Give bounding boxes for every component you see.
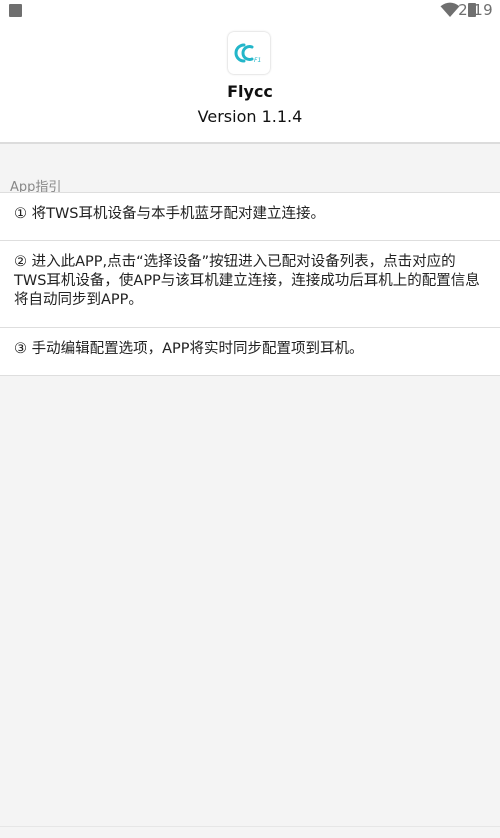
guide-step-3: ③ 手动编辑配置选项，APP将实时同步配置项到耳机。 [0, 328, 500, 376]
guide-step-1: ① 将TWS耳机设备与本手机蓝牙配对建立连接。 [0, 193, 500, 241]
bottom-divider [0, 826, 500, 827]
app-screen: 2:19 F1 Flycc Version 1.1.4 App指引 ① 将TWS… [0, 0, 500, 838]
app-version: Version 1.1.4 [197, 107, 303, 126]
status-time: 2:19 [458, 1, 493, 19]
guide-step-2: ② 进入此APP,点击“选择设备”按钮进入已配对设备列表，点击对应的TWS耳机设… [0, 241, 500, 328]
status-bar: 2:19 [0, 0, 500, 24]
app-name: Flycc [227, 82, 273, 101]
app-info-header: F1 Flycc Version 1.1.4 [0, 24, 500, 144]
wifi-icon [440, 2, 460, 17]
notification-square-icon [9, 4, 22, 17]
flycc-logo-icon: F1 [228, 32, 270, 74]
flycc-logo-mark: F1 [234, 43, 261, 64]
guide-list: ① 将TWS耳机设备与本手机蓝牙配对建立连接。 ② 进入此APP,点击“选择设备… [0, 192, 500, 376]
svg-text:F1: F1 [254, 57, 261, 64]
